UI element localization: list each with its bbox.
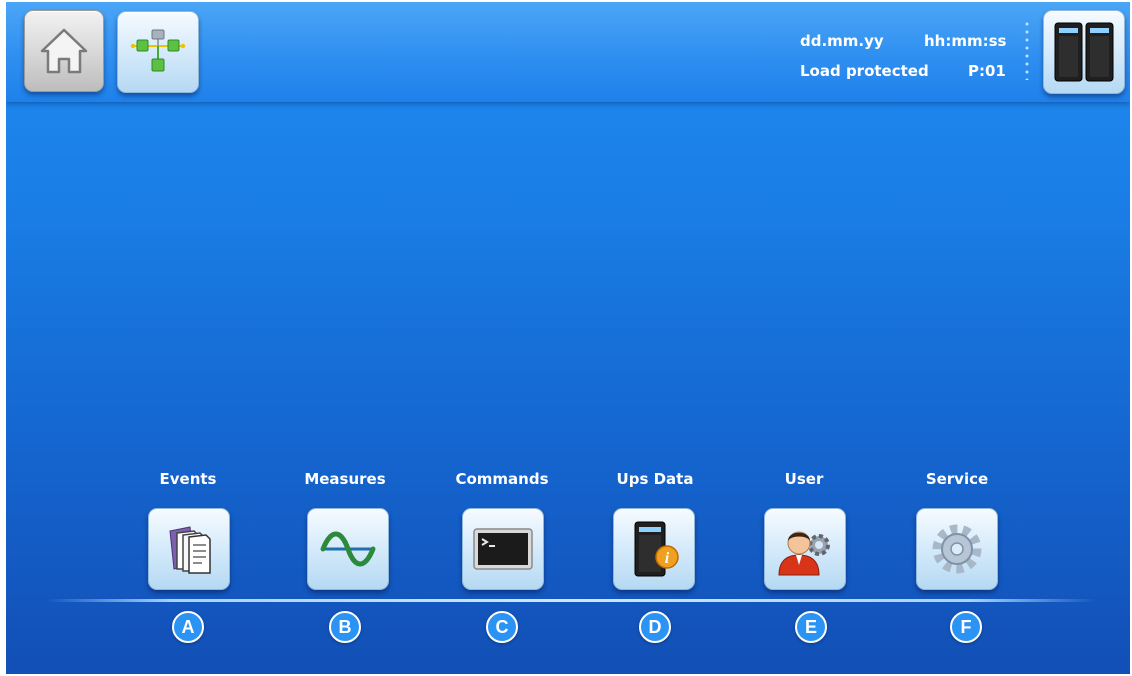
separator-dots <box>1025 20 1029 80</box>
user-settings-icon <box>778 531 830 576</box>
menu-label-service: Service <box>925 470 989 488</box>
home-button[interactable] <box>24 10 104 92</box>
page-number: P:01 <box>968 62 1006 80</box>
documents-icon <box>169 526 211 574</box>
ups-info-icon: i <box>634 521 679 577</box>
terminal-icon <box>473 528 533 570</box>
network-diagram-icon <box>130 29 186 72</box>
events-button[interactable] <box>148 508 230 590</box>
home-icon <box>40 28 88 74</box>
badge-b: B <box>329 611 361 643</box>
menu-label-commands: Commands <box>455 470 549 488</box>
badge-e: E <box>795 611 827 643</box>
menu-label-user: User <box>784 470 824 488</box>
badge-f: F <box>950 611 982 643</box>
menu-label-ups-data: Ups Data <box>616 470 694 488</box>
badge-a: A <box>172 611 204 643</box>
ups-display-screen: dd.mm.yy hh:mm:ss Load protected P:01 Ev… <box>6 2 1130 674</box>
user-button[interactable] <box>764 508 846 590</box>
badge-c: C <box>486 611 518 643</box>
badge-d: D <box>639 611 671 643</box>
menu-baseline <box>46 599 1096 602</box>
menu-label-measures: Measures <box>304 470 386 488</box>
gear-icon <box>932 524 982 574</box>
ups-status-button[interactable] <box>1043 10 1125 94</box>
commands-button[interactable] <box>462 508 544 590</box>
sine-wave-icon <box>320 531 376 567</box>
service-button[interactable] <box>916 508 998 590</box>
date-display: dd.mm.yy <box>800 32 884 50</box>
time-display: hh:mm:ss <box>924 32 1007 50</box>
menu-label-events: Events <box>159 470 217 488</box>
top-bar: dd.mm.yy hh:mm:ss Load protected P:01 <box>6 2 1130 102</box>
measures-button[interactable] <box>307 508 389 590</box>
ups-data-button[interactable]: i <box>613 508 695 590</box>
load-status-text: Load protected <box>800 62 929 80</box>
ups-cabinet-icon <box>1054 22 1114 82</box>
network-button[interactable] <box>117 11 199 93</box>
svg-text:i: i <box>665 550 670 567</box>
